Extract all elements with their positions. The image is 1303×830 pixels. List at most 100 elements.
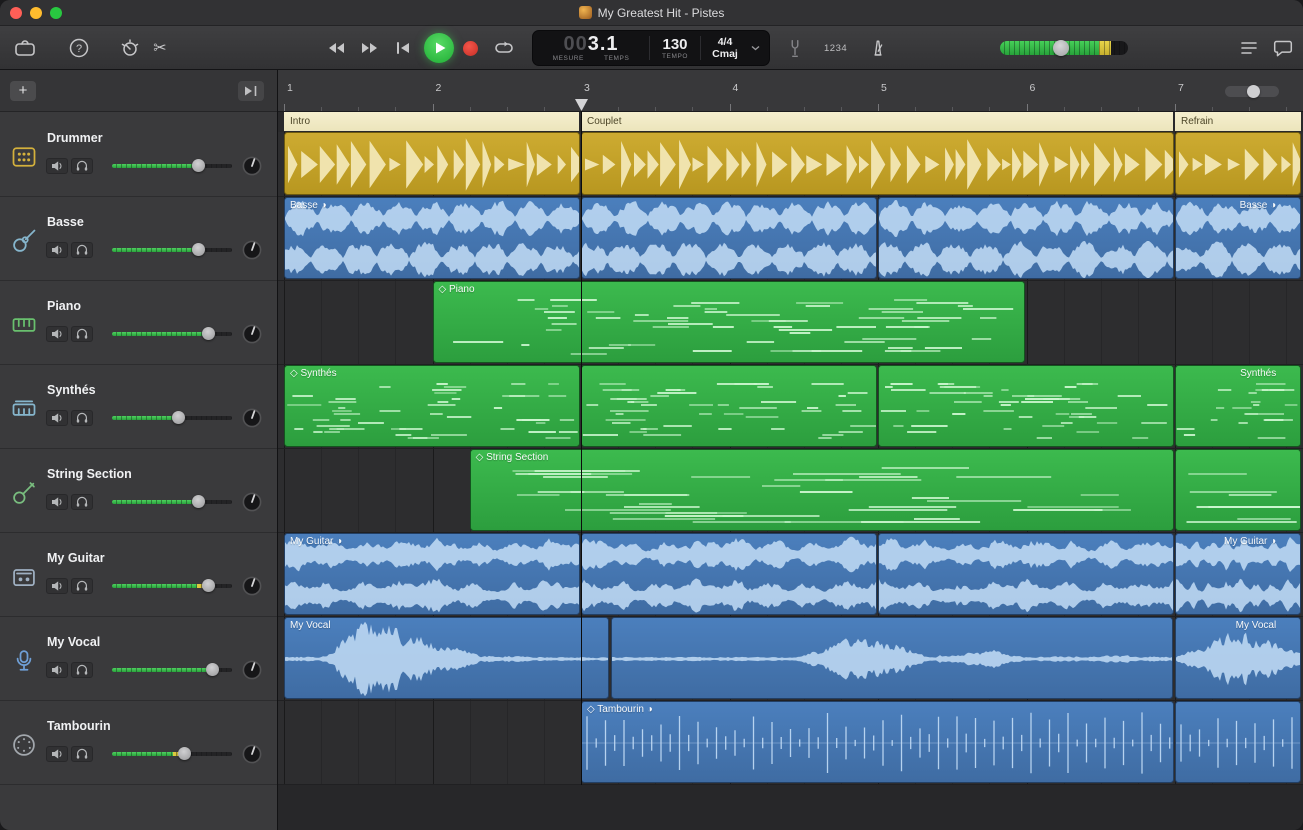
volume-slider-thumb[interactable] xyxy=(192,495,205,508)
master-volume-slider[interactable] xyxy=(1000,41,1128,55)
volume-slider-thumb[interactable] xyxy=(202,327,215,340)
track-header-my-vocal[interactable]: My Vocal xyxy=(0,617,277,701)
region-tambourin-tambourin[interactable]: ◇ Tambourin ◑ xyxy=(581,701,1174,783)
solo-button[interactable] xyxy=(71,410,93,426)
volume-slider[interactable] xyxy=(112,579,232,593)
time-ruler[interactable]: 1234567 xyxy=(278,70,1303,112)
volume-slider-thumb[interactable] xyxy=(178,747,191,760)
add-track-button[interactable]: + xyxy=(10,81,36,101)
note-pad-icon[interactable] xyxy=(1232,26,1266,70)
mute-button[interactable] xyxy=(46,578,68,594)
mute-button[interactable] xyxy=(46,662,68,678)
track-header-synth-s[interactable]: Synthés xyxy=(0,365,277,449)
volume-slider[interactable] xyxy=(112,495,232,509)
close-button[interactable] xyxy=(10,7,22,19)
track-header-drummer[interactable]: Drummer xyxy=(0,113,277,197)
region-synth-s-synth-s[interactable]: Synthés xyxy=(1175,365,1301,447)
quick-help-icon[interactable]: ? xyxy=(62,26,96,70)
region-my-vocal-my-vocal[interactable]: My Vocal xyxy=(284,617,609,699)
zoom-knob[interactable] xyxy=(1247,85,1260,98)
region-my-guitar-my-guitar[interactable]: My Guitar ◑ xyxy=(1175,533,1301,615)
pan-knob[interactable] xyxy=(241,743,263,765)
arrangement-marker-refrain[interactable]: Refrain xyxy=(1175,112,1301,131)
track-header-my-guitar[interactable]: My Guitar xyxy=(0,533,277,617)
region-synth-s-synth-s[interactable]: ◇ Synthés xyxy=(284,365,580,447)
pan-knob[interactable] xyxy=(241,659,263,681)
minimize-button[interactable] xyxy=(30,7,42,19)
pan-knob[interactable] xyxy=(241,239,263,261)
region-synth-s[interactable] xyxy=(581,365,877,447)
goto-beginning-button[interactable] xyxy=(386,26,420,70)
smart-controls-icon[interactable] xyxy=(113,26,147,70)
solo-button[interactable] xyxy=(71,326,93,342)
mute-button[interactable] xyxy=(46,746,68,762)
mute-button[interactable] xyxy=(46,158,68,174)
lcd-display[interactable]: 003.1 MESURETEMPS 130 TEMPO 4/4 Cmaj xyxy=(532,30,770,66)
solo-button[interactable] xyxy=(71,242,93,258)
track-header-collapse-icon[interactable] xyxy=(238,81,264,101)
region-my-guitar[interactable] xyxy=(581,533,877,615)
region-my-guitar-my-guitar[interactable]: My Guitar ◑ xyxy=(284,533,580,615)
volume-slider[interactable] xyxy=(112,411,232,425)
volume-slider-thumb[interactable] xyxy=(192,159,205,172)
region-drummer[interactable] xyxy=(581,132,1174,195)
region-string-section-string-section[interactable]: ◇ String Section xyxy=(470,449,1174,531)
volume-slider[interactable] xyxy=(112,243,232,257)
editors-scissors-icon[interactable]: ✂ xyxy=(143,26,177,70)
arrangement-marker-intro[interactable]: Intro xyxy=(284,112,579,131)
record-button[interactable] xyxy=(463,41,478,56)
mute-button[interactable] xyxy=(46,326,68,342)
metronome-icon[interactable] xyxy=(861,26,895,70)
solo-button[interactable] xyxy=(71,158,93,174)
fullscreen-button[interactable] xyxy=(50,7,62,19)
track-header-string-section[interactable]: String Section xyxy=(0,449,277,533)
region-basse[interactable] xyxy=(878,197,1174,279)
region-my-guitar[interactable] xyxy=(878,533,1174,615)
pan-knob[interactable] xyxy=(241,407,263,429)
tuning-fork-icon[interactable] xyxy=(778,26,812,70)
rewind-button[interactable] xyxy=(319,26,353,70)
count-in-button[interactable]: 1234 xyxy=(824,26,847,70)
solo-button[interactable] xyxy=(71,494,93,510)
chevron-down-icon[interactable] xyxy=(751,31,760,65)
solo-button[interactable] xyxy=(71,578,93,594)
volume-slider[interactable] xyxy=(112,663,232,677)
track-header-piano[interactable]: Piano xyxy=(0,281,277,365)
playhead[interactable] xyxy=(581,99,582,785)
mute-button[interactable] xyxy=(46,242,68,258)
mute-button[interactable] xyxy=(46,410,68,426)
region-piano-piano[interactable]: ◇ Piano xyxy=(433,281,1026,363)
volume-slider-thumb[interactable] xyxy=(206,663,219,676)
region-basse[interactable] xyxy=(581,197,877,279)
pan-knob[interactable] xyxy=(241,491,263,513)
track-header-tambourin[interactable]: Tambourin xyxy=(0,701,277,785)
region-basse-basse[interactable]: Basse ◑ xyxy=(1175,197,1301,279)
volume-slider[interactable] xyxy=(112,159,232,173)
region-my-vocal[interactable] xyxy=(611,617,1174,699)
play-button[interactable] xyxy=(424,33,454,63)
mute-button[interactable] xyxy=(46,494,68,510)
volume-slider-thumb[interactable] xyxy=(202,579,215,592)
region-drummer[interactable] xyxy=(284,132,580,195)
volume-slider[interactable] xyxy=(112,327,232,341)
volume-slider[interactable] xyxy=(112,747,232,761)
solo-button[interactable] xyxy=(71,746,93,762)
chat-bubble-icon[interactable] xyxy=(1266,26,1300,70)
library-icon[interactable] xyxy=(8,26,42,70)
track-header-basse[interactable]: Basse xyxy=(0,197,277,281)
region-my-vocal-my-vocal[interactable]: My Vocal xyxy=(1175,617,1301,699)
region-basse-basse[interactable]: Basse ◑ xyxy=(284,197,580,279)
arrangement-marker-couplet[interactable]: Couplet xyxy=(581,112,1173,131)
pan-knob[interactable] xyxy=(241,323,263,345)
volume-slider-thumb[interactable] xyxy=(192,243,205,256)
pan-knob[interactable] xyxy=(241,575,263,597)
fast-forward-button[interactable] xyxy=(353,26,387,70)
cycle-button[interactable] xyxy=(487,26,521,70)
zoom-slider[interactable] xyxy=(1225,86,1279,97)
region-tambourin[interactable] xyxy=(1175,701,1301,783)
region-synth-s[interactable] xyxy=(878,365,1174,447)
volume-slider-thumb[interactable] xyxy=(172,411,185,424)
pan-knob[interactable] xyxy=(241,155,263,177)
region-drummer[interactable] xyxy=(1175,132,1301,195)
region-string-section[interactable] xyxy=(1175,449,1301,531)
